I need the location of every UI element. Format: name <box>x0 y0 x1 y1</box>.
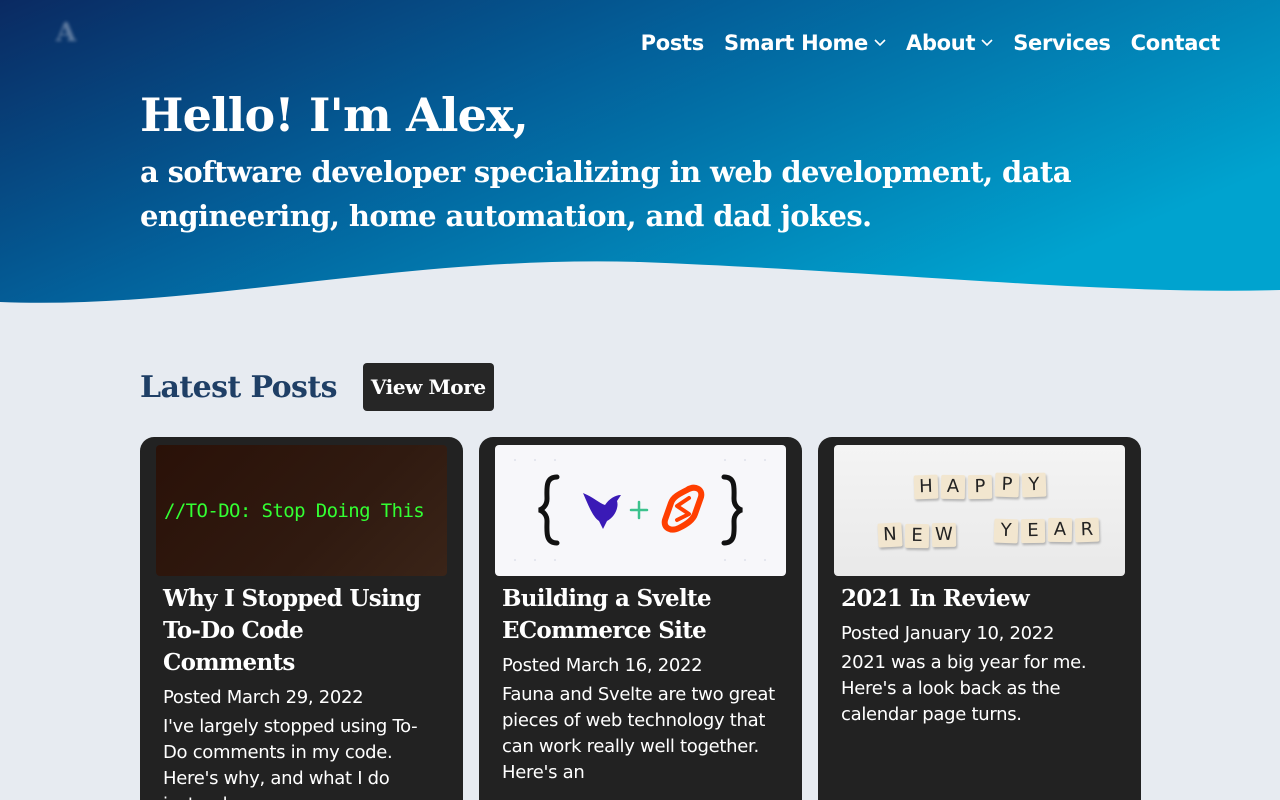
post-card[interactable]: //TO-DO: Stop Doing This Why I Stopped U… <box>140 437 463 800</box>
post-image-fauna-svelte[interactable] <box>495 445 786 576</box>
nav-services[interactable]: Services <box>1013 31 1111 55</box>
letter-tile: A <box>940 474 966 500</box>
post-card[interactable]: Building a Svelte ECommerce Site Posted … <box>479 437 802 800</box>
letter-tile: P <box>994 472 1020 498</box>
hero-subtitle: a software developer specializing in web… <box>140 155 1072 233</box>
letter-tile: R <box>1074 517 1100 543</box>
post-image-happy-new-year[interactable]: H A P P Y N E W Y E A R <box>834 445 1125 576</box>
letter-tile: P <box>967 474 993 500</box>
brace-right-icon <box>721 474 743 546</box>
nav-about-label: About <box>906 31 976 55</box>
nav-posts[interactable]: Posts <box>640 31 705 55</box>
post-image-todo[interactable]: //TO-DO: Stop Doing This <box>156 445 447 576</box>
letter-tile: W <box>931 522 957 548</box>
letter-tile: E <box>1020 518 1046 544</box>
chevron-down-icon <box>874 39 886 47</box>
view-more-button[interactable]: View More <box>362 363 494 411</box>
nav-about[interactable]: About <box>906 31 993 55</box>
hero-title: Hello! I'm Alex, <box>140 88 529 142</box>
post-card[interactable]: H A P P Y N E W Y E A R 2021 In Review P… <box>818 437 1141 800</box>
letter-tile: E <box>904 523 930 549</box>
nav-posts-label: Posts <box>640 31 705 55</box>
nav-contact-label: Contact <box>1130 31 1221 55</box>
fauna-logo-icon <box>583 493 621 529</box>
latest-posts-header: Latest Posts View More <box>140 363 494 411</box>
post-cards: //TO-DO: Stop Doing This Why I Stopped U… <box>140 437 1141 800</box>
letter-tile: A <box>1047 517 1073 543</box>
nav-services-label: Services <box>1013 31 1111 55</box>
hero-banner: A Posts Smart Home About Services Contac… <box>0 0 1280 320</box>
site-logo[interactable]: A <box>56 18 96 54</box>
section-title: Latest Posts <box>140 369 337 405</box>
svelte-logo-icon <box>661 484 705 533</box>
post-date: Posted March 16, 2022 <box>502 655 703 676</box>
post-date: Posted March 29, 2022 <box>163 687 364 708</box>
plus-icon <box>629 500 649 520</box>
post-title[interactable]: Building a Svelte ECommerce Site <box>502 583 779 647</box>
post-description: I've largely stopped using To-Do comment… <box>163 716 418 800</box>
letter-tile: H <box>913 474 939 500</box>
brace-left-icon <box>538 474 560 546</box>
letter-tile: Y <box>993 518 1019 544</box>
post-title[interactable]: 2021 In Review <box>841 583 1118 615</box>
top-nav: Posts Smart Home About Services Contact <box>640 31 1221 55</box>
letter-tile: N <box>877 522 903 548</box>
letter-tile: Y <box>1021 472 1047 498</box>
post-date: Posted January 10, 2022 <box>841 623 1055 644</box>
nav-smart-home[interactable]: Smart Home <box>724 31 886 55</box>
nav-smart-home-label: Smart Home <box>723 31 868 55</box>
post-image-code-text: //TO-DO: Stop Doing This <box>164 499 425 522</box>
nav-contact[interactable]: Contact <box>1130 31 1221 55</box>
post-title[interactable]: Why I Stopped Using To-Do Code Comments <box>163 583 440 679</box>
post-description: 2021 was a big year for me. Here's a loo… <box>841 652 1087 725</box>
post-description: Fauna and Svelte are two great pieces of… <box>502 684 775 783</box>
chevron-down-icon <box>981 39 993 47</box>
